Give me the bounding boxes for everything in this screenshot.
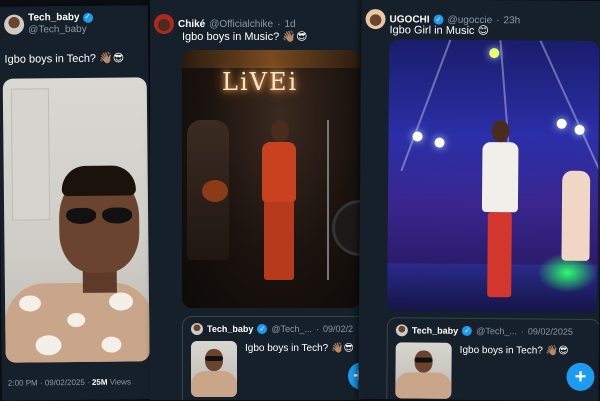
tweet-text: Igbo boys in Tech? 👋🏽😎 <box>4 52 125 66</box>
ceiling-lights <box>182 50 360 68</box>
tweet-age[interactable]: 1d <box>284 19 295 30</box>
quote-thumbnail[interactable] <box>395 342 452 399</box>
quoted-tweet[interactable]: Tech_baby ✓ @Tech_... · 09/02/2025 Igbo … <box>386 317 600 401</box>
author-handle[interactable]: @Officialchike <box>209 19 273 30</box>
tweet-panel-ugochi: UGOCHI ✓ @ugoccie · 23h Igbo Girl in Mus… <box>358 0 600 401</box>
dancer <box>561 170 591 261</box>
performer <box>254 120 304 280</box>
quoted-tweet[interactable]: Tech_baby ✓ @Tech_... · 09/02/2 Igbo boy… <box>182 316 362 400</box>
quote-text: Igbo boys in Tech? 👋🏽😎 <box>459 344 569 357</box>
tweet-header: Tech_baby ✓ @Tech_baby <box>4 12 93 36</box>
drum-kit <box>332 200 360 256</box>
guitar-icon <box>202 180 228 202</box>
author-name[interactable]: Chiké <box>178 19 205 30</box>
quote-header: Tech_baby ✓ @Tech_... · 09/02/2 <box>191 323 353 335</box>
singer <box>477 120 523 300</box>
views-label: Views <box>109 377 131 387</box>
quote-thumbnail[interactable] <box>191 341 237 397</box>
tweet-photo-selfie[interactable] <box>2 77 150 363</box>
tweet-date[interactable]: 09/02/2025 <box>45 378 85 387</box>
author-handle[interactable]: @Tech_baby <box>28 24 93 36</box>
avatar[interactable] <box>395 324 408 337</box>
tweet-text: Igbo Girl in Music 😊 <box>389 24 490 38</box>
compose-plus-icon[interactable]: + <box>566 362 595 392</box>
verified-badge-icon: ✓ <box>462 325 473 336</box>
avatar[interactable] <box>154 14 174 34</box>
quote-header: Tech_baby ✓ @Tech_... · 09/02/2025 <box>395 324 573 338</box>
sunglasses-icon <box>64 207 134 226</box>
views-count: 25M <box>91 377 108 387</box>
live-neon-sign: LiVEi <box>222 68 299 96</box>
verified-badge-icon: ✓ <box>82 12 93 23</box>
quote-date[interactable]: 09/02/2025 <box>528 326 573 336</box>
mic-stand <box>327 120 329 280</box>
tweet-panel-chike: Chiké @Officialchike · 1d Igbo boys in M… <box>150 0 362 400</box>
tweet-photo-stage[interactable]: LiVEi <box>182 50 360 308</box>
background-door <box>10 88 51 221</box>
tweet-panel-tech-baby: Tech_baby ✓ @Tech_baby Igbo boys in Tech… <box>0 5 153 401</box>
avatar[interactable] <box>191 323 203 335</box>
quote-date[interactable]: 09/02/2 <box>323 324 353 334</box>
author-name[interactable]: Tech_baby <box>28 12 80 24</box>
avatar[interactable] <box>4 14 25 35</box>
quote-author-name[interactable]: Tech_baby <box>207 324 253 334</box>
tweet-photo-concert[interactable] <box>387 39 600 314</box>
tweet-text: Igbo boys in Music? 👋🏽😎 <box>182 31 308 43</box>
avatar[interactable] <box>365 8 386 30</box>
quote-author-handle[interactable]: @Tech_... <box>271 324 312 334</box>
tweet-time[interactable]: 2:00 PM <box>8 378 38 387</box>
shirt <box>4 282 150 363</box>
tweet-age[interactable]: 23h <box>503 15 520 26</box>
quote-author-handle[interactable]: @Tech_... <box>476 326 517 336</box>
verified-badge-icon: ✓ <box>257 324 268 334</box>
quote-author-name[interactable]: Tech_baby <box>412 325 458 335</box>
quote-text: Igbo boys in Tech? 👋🏽😎 <box>245 343 354 354</box>
tweet-meta: 2:00 PM · 09/02/2025 · 25M Views <box>7 377 131 388</box>
